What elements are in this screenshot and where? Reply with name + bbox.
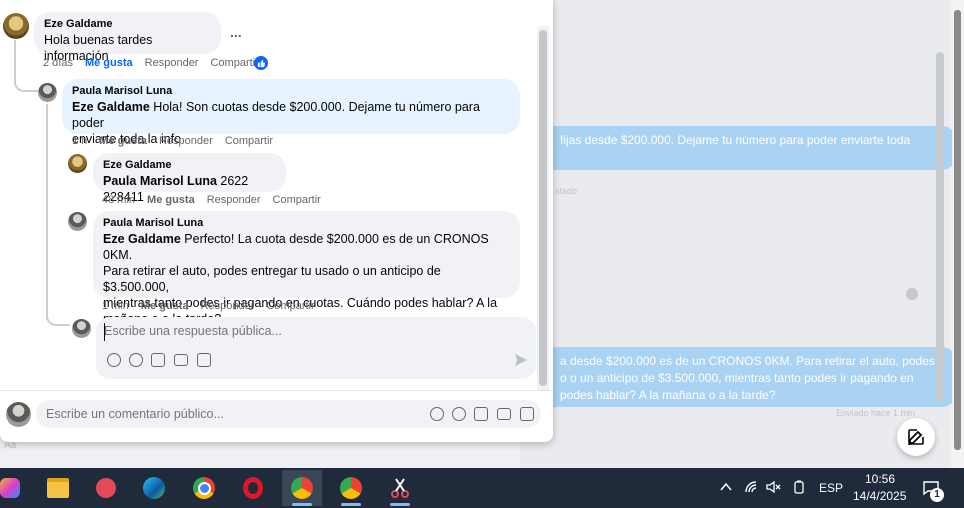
like-reaction-icon[interactable] — [254, 56, 268, 70]
divider — [0, 390, 553, 391]
notification-count-badge: 1 — [930, 488, 944, 502]
send-icon[interactable] — [514, 353, 528, 367]
opera-icon[interactable] — [233, 470, 273, 506]
comment-bubble: Paula Marisol Luna Eze Galdame Hola! Son… — [62, 79, 520, 146]
mention[interactable]: Paula Marisol Luna — [103, 174, 217, 188]
volume-muted-icon[interactable] — [766, 480, 782, 494]
comments-panel: Eze Galdame Hola buenas tardes informaci… — [0, 0, 553, 442]
comment-bubble: Eze Galdame Hola buenas tardes informaci… — [34, 12, 221, 63]
edge-icon[interactable] — [134, 470, 174, 506]
like-button[interactable]: Me gusta — [141, 300, 189, 312]
thread-line-nested — [46, 104, 48, 320]
comment-text: Eze Galdame Hola! Son cuotas desde $200.… — [72, 99, 510, 131]
background-message-1-text: fijas desde $200.000. Dejame tu número p… — [560, 133, 911, 147]
battery-icon[interactable] — [792, 480, 806, 494]
avatar[interactable] — [68, 154, 87, 173]
emoji-icon[interactable] — [452, 407, 466, 421]
comment-time[interactable]: 1 min — [102, 300, 129, 312]
share-button[interactable]: Compartir — [273, 194, 321, 206]
avatar[interactable] — [6, 402, 31, 427]
avatar-sticker-icon[interactable] — [107, 353, 121, 367]
share-button[interactable]: Compartir — [210, 57, 258, 69]
comment-actions: 1 h Me gusta Responder Compartir — [72, 135, 285, 147]
chevron-up-icon[interactable] — [720, 482, 732, 492]
like-button[interactable]: Me gusta — [147, 194, 195, 206]
seen-dot-icon — [906, 288, 918, 300]
avatar[interactable] — [68, 212, 87, 231]
comment-bubble: Eze Galdame Paula Marisol Luna 2622 2284… — [93, 153, 286, 204]
comment-author[interactable]: Paula Marisol Luna — [103, 216, 510, 231]
mention[interactable]: Eze Galdame — [72, 100, 150, 114]
background-scrollbar[interactable] — [936, 52, 944, 402]
wifi-icon[interactable] — [744, 480, 760, 494]
more-options-button[interactable]: ... — [230, 24, 242, 40]
avatar[interactable] — [38, 83, 57, 102]
clock-time[interactable]: 10:56 — [865, 472, 895, 486]
language-indicator[interactable]: ESP — [819, 481, 843, 495]
comment-time[interactable]: 1 h — [72, 135, 87, 147]
avatar[interactable] — [3, 13, 29, 39]
chrome-profile-2-icon[interactable] — [331, 470, 371, 506]
comment-time[interactable]: 48 min — [102, 194, 135, 206]
background-sent-time: Enviado hace 1 min — [836, 408, 916, 418]
comment-text-line: Para retirar el auto, podes entregar tu … — [103, 264, 441, 294]
like-button[interactable]: Me gusta — [99, 135, 147, 147]
scissors-app-icon[interactable] — [380, 470, 420, 506]
comment-author[interactable]: Paula Marisol Luna — [72, 84, 510, 99]
window-scrollbar-thumb[interactable] — [954, 10, 961, 450]
background-status: stado — [555, 186, 578, 196]
comment-time[interactable]: 2 días — [43, 57, 73, 69]
chrome-profile-icon[interactable] — [282, 470, 322, 506]
mention[interactable]: Eze Galdame — [103, 232, 181, 246]
comment-text: Eze Galdame Perfecto! La cuota desde $20… — [103, 231, 510, 263]
comment-actions: 1 min Me gusta Responder Compartir — [102, 300, 327, 312]
comment-actions: 48 min Me gusta Responder Compartir — [102, 194, 333, 206]
background-message-2-line1: a desde $200.000 es de un CRONOS 0KM. Pa… — [560, 354, 935, 368]
sticker-icon[interactable] — [197, 353, 211, 367]
emoji-icon[interactable] — [129, 353, 143, 367]
sticker-icon[interactable] — [520, 407, 534, 421]
text-cursor — [104, 323, 105, 341]
chrome-icon[interactable] — [184, 470, 224, 506]
reply-button[interactable]: Responder — [207, 194, 261, 206]
edit-icon — [908, 429, 924, 445]
thread-branch — [14, 76, 38, 92]
camera-icon[interactable] — [151, 353, 165, 367]
copilot-app-icon[interactable] — [0, 470, 30, 506]
panel-scrollbar-thumb[interactable] — [539, 30, 547, 386]
avatar[interactable] — [72, 319, 91, 338]
background-message-1: fijas desde $200.000. Dejame tu número p… — [520, 126, 956, 170]
reply-button[interactable]: Responder — [145, 57, 199, 69]
reply-button[interactable]: Responder — [201, 300, 255, 312]
background-message-2: a desde $200.000 es de un CRONOS 0KM. Pa… — [520, 347, 956, 407]
compose-button[interactable] — [897, 418, 935, 456]
share-button[interactable]: Compartir — [225, 135, 273, 147]
background-message-2-line2: o o un anticipo de $3.500.000, mientras … — [560, 371, 914, 385]
snipping-tool-icon[interactable] — [86, 470, 126, 506]
thread-branch-reply — [46, 312, 70, 326]
clock-date[interactable]: 14/4/2025 — [853, 489, 906, 503]
like-button[interactable]: Me gusta — [85, 57, 133, 69]
comment-input[interactable] — [46, 407, 346, 421]
comment-author[interactable]: Eze Galdame — [44, 17, 211, 32]
avatar-sticker-icon[interactable] — [430, 407, 444, 421]
gif-icon[interactable] — [174, 354, 188, 366]
file-explorer-icon[interactable] — [38, 470, 78, 506]
comment-actions: 2 días Me gusta Responder Compartir — [43, 57, 271, 69]
comment-bubble: Paula Marisol Luna Eze Galdame Perfecto!… — [93, 211, 520, 326]
comment-author[interactable]: Eze Galdame — [103, 158, 276, 173]
camera-icon[interactable] — [474, 407, 488, 421]
gif-icon[interactable] — [497, 408, 511, 420]
background-message-2-line3: podes hablar? A la mañana o a la tarde? — [560, 388, 776, 402]
reply-button[interactable]: Responder — [159, 135, 213, 147]
share-button[interactable]: Compartir — [266, 300, 314, 312]
reply-input[interactable] — [104, 324, 404, 338]
